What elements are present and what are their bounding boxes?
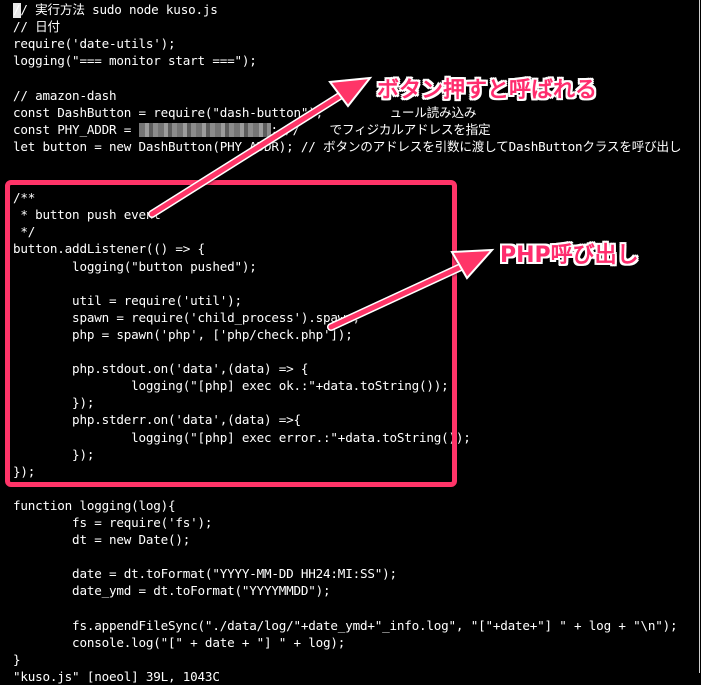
php-call-callout: PHP呼び出し (500, 243, 639, 268)
arrow-to-button-callout (148, 76, 373, 218)
arrow-to-php-callout (327, 248, 495, 331)
button-press-callout: ボタン押すと呼ばれる (377, 78, 598, 103)
